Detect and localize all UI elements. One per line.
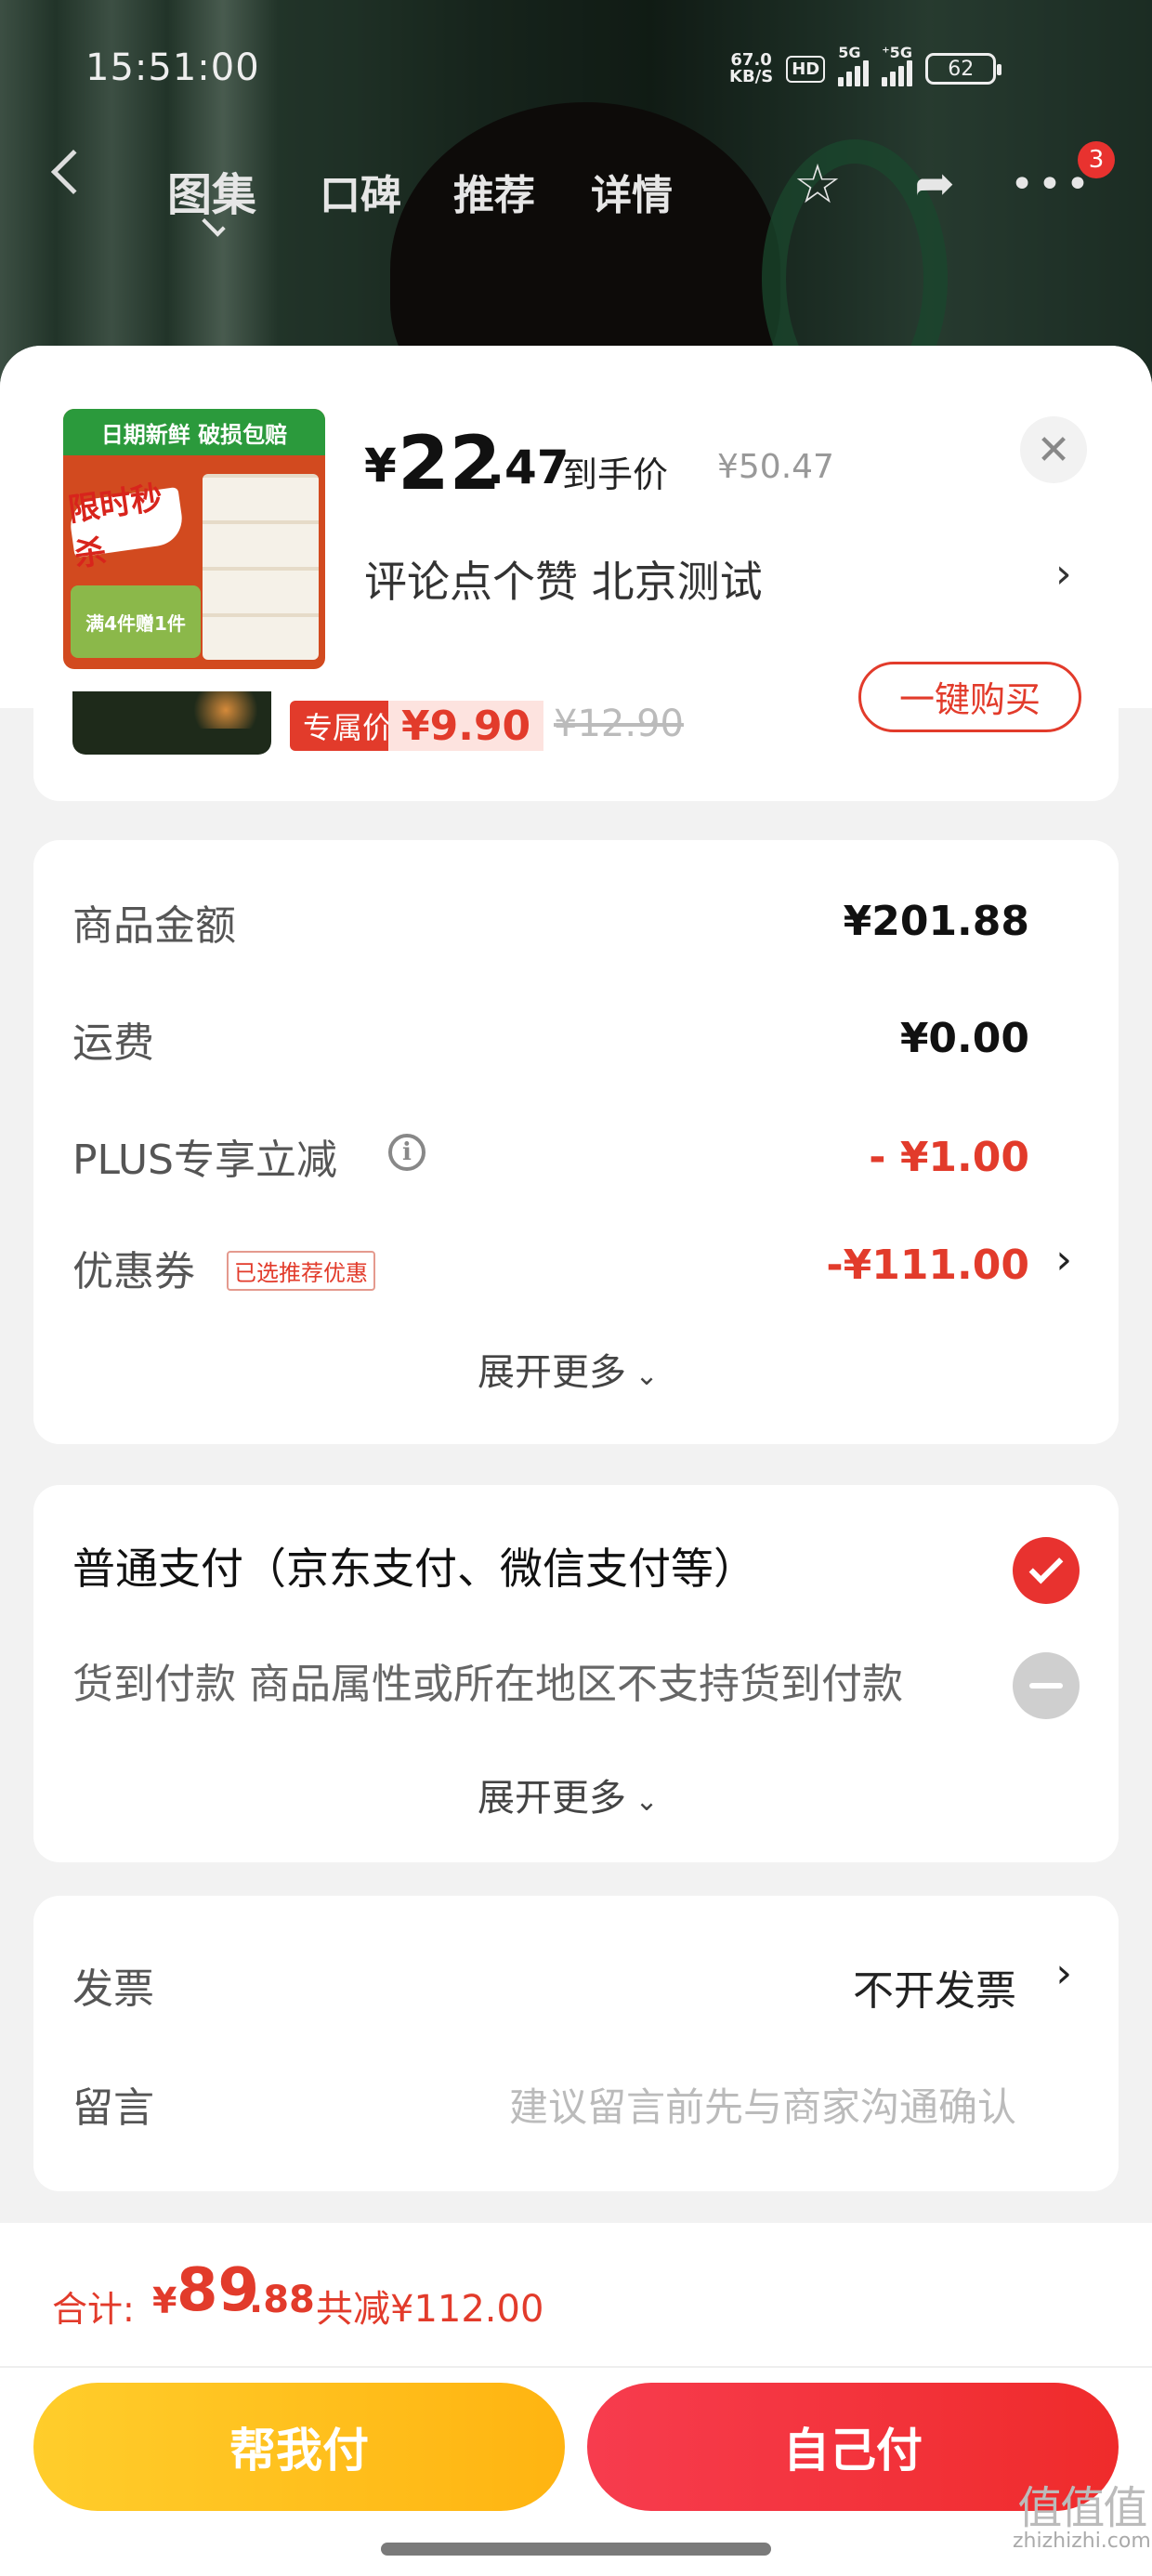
- disabled-radio-icon: [1013, 1652, 1080, 1719]
- chevron-right-icon[interactable]: ›: [1055, 1236, 1072, 1283]
- chevron-right-icon[interactable]: ›: [1055, 1950, 1072, 1997]
- status-icons: 67.0 KB/S HD 5G ⁺5G 62: [729, 44, 1002, 91]
- payment-method-card: 普通支付（京东支付、微信支付等） 货到付款 商品属性或所在地区不支持货到付款 展…: [33, 1485, 1119, 1862]
- total-symbol: ¥: [152, 2280, 177, 2321]
- checkout-bottom-bar: 合计: ¥ 89 .88 共减¥112.00 帮我付 自己付 值值值 zhizh…: [0, 2223, 1152, 2576]
- chevron-down-icon: ⌄: [626, 1360, 659, 1392]
- chevron-right-icon[interactable]: ›: [1055, 550, 1072, 598]
- thumb-banner: 日期新鲜 破损包赔: [63, 409, 325, 455]
- recommend-original-price: ¥12.90: [554, 703, 684, 745]
- product-thumbnail[interactable]: 日期新鲜 破损包赔 限时秒杀 满4件赠1件: [63, 409, 325, 669]
- invoice-value[interactable]: 不开发票: [853, 1957, 1016, 2017]
- chevron-down-icon: ⌄: [626, 1785, 659, 1818]
- help-pay-button[interactable]: 帮我付: [33, 2383, 565, 2511]
- tab-recommend[interactable]: 推荐: [453, 162, 535, 221]
- invoice-message-card: 发票 不开发票 › 留言 建议留言前先与商家沟通确认: [33, 1896, 1119, 2191]
- status-time: 15:51:00: [85, 46, 260, 89]
- tab-reviews[interactable]: 口碑: [320, 162, 401, 221]
- expand-more-payment[interactable]: 展开更多 ⌄: [478, 1768, 659, 1821]
- goods-amount-label: 商品金额: [72, 902, 236, 950]
- coupon-recommended-tag: 已选推荐优惠: [227, 1251, 375, 1291]
- plus-discount-label: PLUS专享立减: [72, 1137, 337, 1184]
- notification-badge: 3: [1078, 141, 1115, 178]
- price-symbol: ¥: [364, 439, 397, 493]
- final-price-label: 到手价: [562, 454, 669, 495]
- message-input[interactable]: 建议留言前先与商家沟通确认: [509, 2076, 1016, 2133]
- checkmark-icon[interactable]: [1013, 1537, 1080, 1604]
- selected-spec[interactable]: 评论点个赞 北京测试: [364, 548, 763, 610]
- price-decimal: .47: [487, 440, 569, 494]
- battery-icon: 62: [925, 53, 1002, 85]
- goods-amount-value: ¥201.88: [843, 898, 1029, 945]
- one-click-buy-button[interactable]: 一键购买: [858, 662, 1081, 732]
- tab-gallery[interactable]: 图集: [167, 158, 256, 223]
- signal-icon: 5G: [838, 44, 870, 86]
- watermark-site: zhizhizhi.com: [1013, 2530, 1151, 2553]
- network-speed: 67.0 KB/S: [729, 52, 773, 85]
- tab-details[interactable]: 详情: [591, 162, 673, 221]
- watermark-logo: 值值值: [1017, 2482, 1147, 2534]
- network-speed-unit: KB/S: [729, 67, 774, 86]
- favorite-icon[interactable]: ☆: [784, 151, 851, 217]
- info-icon[interactable]: i: [388, 1134, 425, 1171]
- price-summary-card: 商品金额 ¥201.88 运费 ¥0.00 PLUS专享立减 i - ¥1.00…: [33, 840, 1119, 1444]
- divider: [0, 2366, 1152, 2368]
- plus-discount-value: - ¥1.00: [869, 1134, 1029, 1181]
- share-icon[interactable]: ➦: [901, 151, 968, 217]
- expand-more-label: 展开更多: [478, 1351, 626, 1394]
- payment-normal-label[interactable]: 普通支付（京东支付、微信支付等）: [72, 1535, 756, 1597]
- expand-more-label: 展开更多: [478, 1777, 626, 1820]
- signal-icon-2: ⁺5G: [882, 44, 913, 86]
- coupon-label: 优惠券: [72, 1248, 195, 1295]
- more-icon[interactable]: •••: [1010, 151, 1090, 217]
- watermark: 值值值 zhizhizhi.com: [1013, 2486, 1151, 2554]
- payment-cod-label: 货到付款 商品属性或所在地区不支持货到付款: [72, 1661, 903, 1708]
- total-saved: 共减¥112.00: [316, 2288, 544, 2331]
- exclusive-price: ¥9.90: [388, 701, 544, 751]
- thumb-product-boxes: [203, 474, 319, 660]
- expand-more-summary[interactable]: 展开更多 ⌄: [478, 1342, 659, 1396]
- thumb-flash-sale: 限时秒杀: [66, 480, 186, 574]
- sim1-label: 5G: [838, 44, 861, 61]
- message-label: 留言: [72, 2084, 154, 2132]
- original-price: ¥50.47: [717, 448, 834, 486]
- thumb-promo: 满4件赠1件: [71, 585, 201, 658]
- coupon-value[interactable]: -¥111.00: [826, 1242, 1029, 1289]
- sim2-label: ⁺5G: [882, 44, 912, 61]
- total-integer: 89: [177, 2256, 260, 2325]
- total-decimal: .88: [249, 2279, 315, 2321]
- total-label: 合计:: [52, 2289, 135, 2330]
- price-integer: 22: [398, 420, 502, 506]
- recommend-item-image[interactable]: [72, 691, 271, 755]
- shipping-value: ¥0.00: [899, 1015, 1029, 1062]
- home-indicator[interactable]: [381, 2543, 771, 2556]
- hd-icon: HD: [786, 55, 826, 83]
- invoice-label: 发票: [72, 1965, 154, 2013]
- close-button[interactable]: ✕: [1020, 416, 1087, 483]
- shipping-label: 运费: [72, 1019, 154, 1067]
